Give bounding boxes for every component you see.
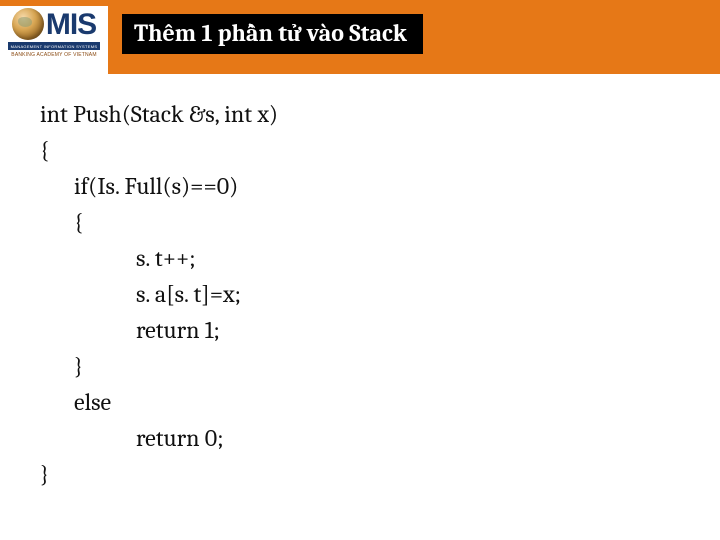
code-line: else	[40, 384, 720, 420]
logo-bar: MANAGEMENT INFORMATION SYSTEMS	[8, 42, 100, 50]
code-line: if(Is. Full(s)==0)	[40, 168, 720, 204]
logo-subtext: BANKING ACADEMY OF VIETNAM	[11, 52, 96, 58]
code-line: int Push(Stack &s, int x)	[40, 96, 720, 132]
logo-bar-text: MANAGEMENT INFORMATION SYSTEMS	[11, 44, 98, 49]
code-line: return 0;	[40, 420, 720, 456]
code-line: {	[40, 132, 720, 168]
logo-text: MIS	[46, 10, 96, 40]
logo-mark: MIS	[12, 8, 96, 40]
slide-title: Thêm 1 phần tử vào Stack	[122, 14, 423, 54]
logo: MIS MANAGEMENT INFORMATION SYSTEMS BANKI…	[0, 6, 108, 74]
code-block: int Push(Stack &s, int x) { if(Is. Full(…	[0, 74, 720, 492]
code-line: {	[40, 204, 720, 240]
code-line: }	[40, 348, 720, 384]
code-line: s. t++;	[40, 240, 720, 276]
slide-header: MIS MANAGEMENT INFORMATION SYSTEMS BANKI…	[0, 6, 720, 74]
globe-icon	[12, 8, 44, 40]
code-line: return 1;	[40, 312, 720, 348]
code-line: }	[40, 456, 720, 492]
title-bar: Thêm 1 phần tử vào Stack	[108, 6, 720, 74]
code-line: s. a[s. t]=x;	[40, 276, 720, 312]
